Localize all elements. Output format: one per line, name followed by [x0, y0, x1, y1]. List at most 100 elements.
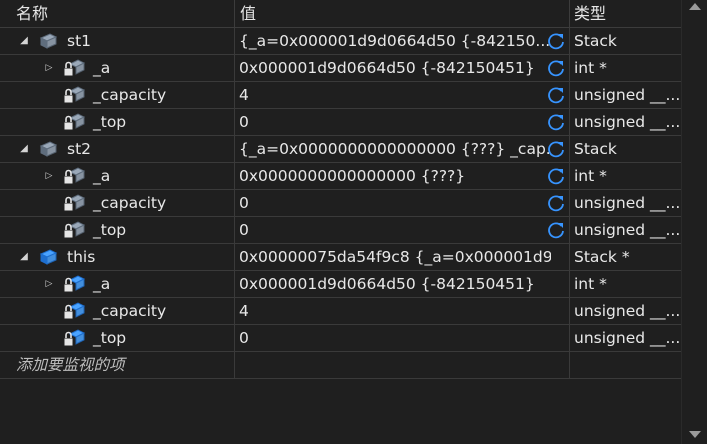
value-cell[interactable]: 0 [235, 109, 551, 135]
value-cell[interactable]: 4 [235, 82, 551, 108]
watch-row[interactable]: ◢ st2 {_a=0x0000000000000000 {???} _cap...… [0, 136, 681, 163]
variable-name: st1 [67, 32, 92, 50]
watch-row[interactable]: ▷ _a 0x000001d9d0664d50 {-842150451} int * [0, 271, 681, 298]
column-divider [569, 82, 570, 108]
refresh-icon[interactable] [546, 112, 566, 132]
variable-name: _top [93, 329, 127, 347]
name-cell: ▷ _a [0, 55, 234, 81]
refresh-icon[interactable] [546, 31, 566, 51]
private-field-icon [63, 113, 86, 131]
column-divider [234, 55, 235, 81]
expand-chevron-icon[interactable]: ▷ [43, 271, 55, 297]
type-cell: int * [574, 275, 607, 293]
column-divider [234, 298, 235, 324]
object-icon [38, 32, 58, 50]
column-divider [569, 136, 570, 162]
watch-row[interactable]: ▷ _a 0x0000000000000000 {???} int * [0, 163, 681, 190]
variable-name: st2 [67, 140, 92, 158]
column-divider [569, 244, 570, 270]
value-cell[interactable]: {_a=0x0000000000000000 {???} _cap... [235, 136, 551, 162]
variable-name: _top [93, 113, 127, 131]
expand-chevron-icon[interactable]: ▷ [43, 55, 55, 81]
name-cell: _top [0, 109, 234, 135]
type-cell: Stack [574, 140, 617, 158]
column-divider [569, 352, 570, 378]
variable-name: _capacity [93, 86, 167, 104]
private-field-icon [63, 302, 86, 320]
collapse-chevron-icon[interactable]: ◢ [18, 244, 30, 270]
refresh-icon[interactable] [546, 220, 566, 240]
refresh-icon[interactable] [546, 166, 566, 186]
column-divider [569, 325, 570, 351]
column-divider [234, 82, 235, 108]
value-cell[interactable]: 0 [235, 325, 551, 351]
type-cell: unsigned __... [574, 194, 681, 212]
value-cell[interactable]: 0x0000000000000000 {???} [235, 163, 551, 189]
watch-row[interactable]: _capacity 4 unsigned __... [0, 82, 681, 109]
name-cell: _capacity [0, 190, 234, 216]
name-cell: ▷ _a [0, 271, 234, 297]
column-divider [234, 163, 235, 189]
value-cell[interactable]: 0x000001d9d0664d50 {-842150451} [235, 271, 551, 297]
private-field-icon [63, 59, 86, 77]
watch-window: 名称 值 类型 ◢ st1 {_a=0x000001d9d0664d50 {-842… [0, 0, 681, 444]
variable-name: _capacity [93, 302, 167, 320]
scroll-up-icon[interactable] [689, 3, 701, 10]
value-cell[interactable]: 0x00000075da54f9c8 {_a=0x000001d9... [235, 244, 551, 270]
object-icon [38, 140, 58, 158]
add-watch-placeholder[interactable]: 添加要监视的项 [16, 352, 125, 378]
header-separator[interactable] [234, 0, 235, 27]
variable-name: _a [93, 167, 111, 185]
value-cell[interactable]: 0 [235, 190, 551, 216]
column-divider [569, 55, 570, 81]
column-divider [234, 28, 235, 54]
column-divider [234, 244, 235, 270]
private-field-icon [63, 329, 86, 347]
watch-row[interactable]: _capacity 0 unsigned __... [0, 190, 681, 217]
watch-row[interactable]: ◢ st1 {_a=0x000001d9d0664d50 {-842150... St… [0, 28, 681, 55]
column-divider [569, 298, 570, 324]
refresh-icon[interactable] [546, 85, 566, 105]
name-cell: ◢ st2 [0, 136, 234, 162]
private-field-icon [63, 194, 86, 212]
name-cell: _top [0, 325, 234, 351]
value-cell[interactable]: 0x000001d9d0664d50 {-842150451} [235, 55, 551, 81]
collapse-chevron-icon[interactable]: ◢ [18, 28, 30, 54]
header-name[interactable]: 名称 [12, 0, 48, 27]
variable-name: _a [93, 59, 111, 77]
type-cell: int * [574, 59, 607, 77]
collapse-chevron-icon[interactable]: ◢ [18, 136, 30, 162]
column-divider [569, 28, 570, 54]
object-icon [38, 248, 58, 266]
vertical-scrollbar[interactable] [681, 0, 707, 444]
name-cell: _capacity [0, 298, 234, 324]
value-cell[interactable]: 4 [235, 298, 551, 324]
value-cell[interactable]: {_a=0x000001d9d0664d50 {-842150... [235, 28, 551, 54]
add-watch-row[interactable]: 添加要监视的项 [0, 352, 681, 379]
column-divider [569, 217, 570, 243]
variable-name: _a [93, 275, 111, 293]
watch-row[interactable]: _top 0 unsigned __... [0, 109, 681, 136]
type-cell: unsigned __... [574, 329, 681, 347]
header-value[interactable]: 值 [236, 0, 256, 27]
type-cell: unsigned __... [574, 221, 681, 239]
scroll-down-icon[interactable] [689, 431, 701, 438]
column-divider [234, 136, 235, 162]
refresh-icon[interactable] [546, 139, 566, 159]
expand-chevron-icon[interactable]: ▷ [43, 163, 55, 189]
type-cell: Stack [574, 32, 617, 50]
watch-row[interactable]: _top 0 unsigned __... [0, 217, 681, 244]
name-cell: ◢ this [0, 244, 234, 270]
refresh-icon[interactable] [546, 58, 566, 78]
watch-row[interactable]: _capacity 4 unsigned __... [0, 298, 681, 325]
refresh-icon[interactable] [546, 193, 566, 213]
watch-row[interactable]: _top 0 unsigned __... [0, 325, 681, 352]
type-cell: Stack * [574, 248, 630, 266]
column-divider [234, 325, 235, 351]
watch-row[interactable]: ◢ this 0x00000075da54f9c8 {_a=0x000001d9..… [0, 244, 681, 271]
watch-row[interactable]: ▷ _a 0x000001d9d0664d50 {-842150451} int * [0, 55, 681, 82]
header-type[interactable]: 类型 [570, 0, 606, 27]
value-cell[interactable]: 0 [235, 217, 551, 243]
column-divider [569, 163, 570, 189]
column-header: 名称 值 类型 [0, 0, 681, 28]
